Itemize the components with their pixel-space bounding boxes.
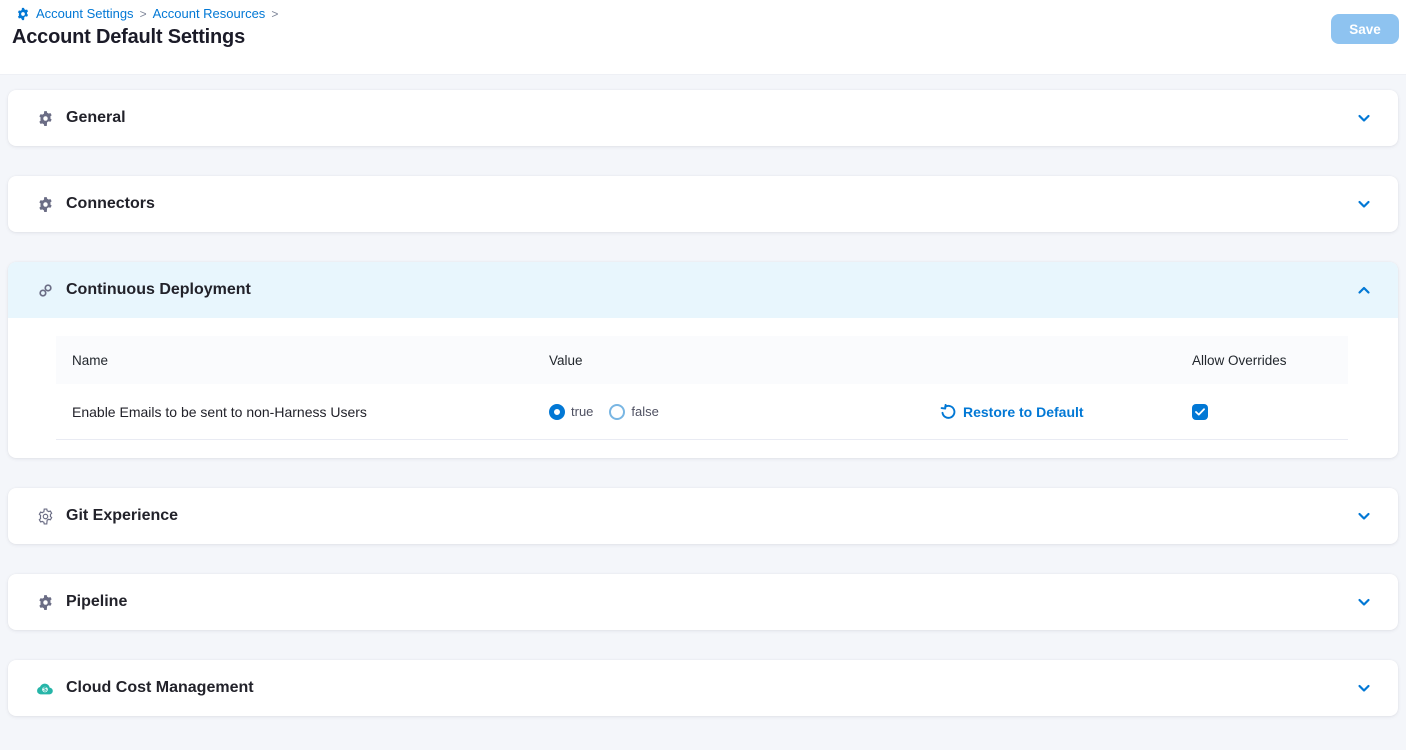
section-header-pipeline[interactable]: Pipeline xyxy=(8,574,1398,630)
cd-links-icon xyxy=(36,282,54,299)
check-icon xyxy=(1195,408,1205,416)
table-header-row: Name Value Allow Overrides xyxy=(56,336,1348,384)
section-pipeline: Pipeline xyxy=(8,574,1398,630)
allow-overrides-checkbox[interactable] xyxy=(1192,404,1208,420)
column-header-value: Value xyxy=(549,353,940,368)
section-header-git-experience[interactable]: Git Experience xyxy=(8,488,1398,544)
breadcrumb-link-account-resources[interactable]: Account Resources xyxy=(153,6,266,21)
setting-name: Enable Emails to be sent to non-Harness … xyxy=(56,404,549,420)
breadcrumb-link-account-settings[interactable]: Account Settings xyxy=(36,6,134,21)
chevron-down-icon[interactable] xyxy=(1356,680,1372,696)
cloud-dollar-icon: $ xyxy=(36,681,54,696)
column-header-allow-overrides: Allow Overrides xyxy=(1192,353,1348,368)
breadcrumb: Account Settings > Account Resources > xyxy=(4,6,1406,21)
radio-true-label: true xyxy=(571,404,593,419)
settings-table: Name Value Allow Overrides Enable Emails… xyxy=(56,336,1348,440)
breadcrumb-separator: > xyxy=(271,7,278,21)
section-git-experience: Git Experience xyxy=(8,488,1398,544)
section-header-connectors[interactable]: Connectors xyxy=(8,176,1398,232)
value-radio-group: true false xyxy=(549,404,940,420)
restore-cell: Restore to Default xyxy=(940,404,1192,420)
restore-to-default-link[interactable]: Restore to Default xyxy=(940,404,1192,420)
radio-false-button[interactable] xyxy=(609,404,625,420)
restore-to-default-label: Restore to Default xyxy=(963,404,1084,420)
radio-false-label: false xyxy=(631,404,658,419)
section-title: Connectors xyxy=(66,195,155,213)
section-connectors: Connectors xyxy=(8,176,1398,232)
allow-overrides-cell xyxy=(1192,404,1348,420)
section-title: Cloud Cost Management xyxy=(66,679,254,697)
section-title: Continuous Deployment xyxy=(66,281,251,299)
section-header-general[interactable]: General xyxy=(8,90,1398,146)
chevron-down-icon[interactable] xyxy=(1356,196,1372,212)
chevron-up-icon[interactable] xyxy=(1356,282,1372,298)
section-header-continuous-deployment[interactable]: Continuous Deployment xyxy=(8,262,1398,318)
page-header: Account Settings > Account Resources > A… xyxy=(0,0,1406,75)
section-title: General xyxy=(66,109,126,127)
section-cloud-cost-management: $ Cloud Cost Management xyxy=(8,660,1398,716)
column-header-name: Name xyxy=(56,353,549,368)
chevron-down-icon[interactable] xyxy=(1356,110,1372,126)
section-general: General xyxy=(8,90,1398,146)
radio-option-false[interactable]: false xyxy=(609,404,658,420)
table-row: Enable Emails to be sent to non-Harness … xyxy=(56,384,1348,440)
page-title: Account Default Settings xyxy=(12,26,1406,49)
radio-option-true[interactable]: true xyxy=(549,404,593,420)
breadcrumb-separator: > xyxy=(140,7,147,21)
svg-text:$: $ xyxy=(43,686,47,693)
section-title: Pipeline xyxy=(66,593,127,611)
gear-icon xyxy=(36,110,54,127)
page: Account Settings > Account Resources > A… xyxy=(0,0,1406,750)
restore-icon xyxy=(940,404,956,420)
settings-gear-icon xyxy=(16,7,30,21)
section-continuous-deployment: Continuous Deployment Name Value Allow O… xyxy=(8,262,1398,458)
section-title: Git Experience xyxy=(66,507,178,525)
chevron-down-icon[interactable] xyxy=(1356,594,1372,610)
content-area: General Connectors xyxy=(0,75,1406,750)
gear-outline-icon xyxy=(36,508,54,525)
save-button[interactable]: Save xyxy=(1331,14,1399,44)
radio-true-button[interactable] xyxy=(549,404,565,420)
gear-icon xyxy=(36,196,54,213)
gear-icon xyxy=(36,594,54,611)
chevron-down-icon[interactable] xyxy=(1356,508,1372,524)
section-header-cloud-cost-management[interactable]: $ Cloud Cost Management xyxy=(8,660,1398,716)
